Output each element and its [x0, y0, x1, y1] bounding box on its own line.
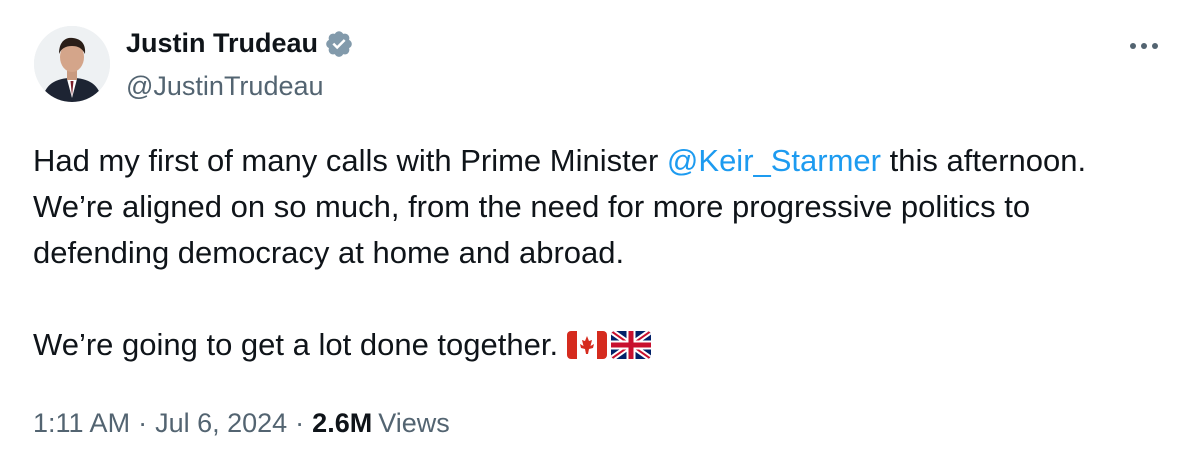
- views-count[interactable]: 2.6M: [312, 408, 372, 439]
- views-label: Views: [378, 408, 450, 438]
- tweet-date[interactable]: Jul 6, 2024: [155, 408, 287, 439]
- tweet-timestamp[interactable]: 1:11 AM: [33, 408, 130, 439]
- meta-separator: ·: [138, 408, 148, 438]
- avatar[interactable]: [34, 26, 110, 102]
- tweet-text: Had my first of many calls with Prime Mi…: [33, 138, 1173, 372]
- tweet-meta: 1:11 AM · Jul 6, 2024 · 2.6M Views: [33, 408, 450, 439]
- author-name[interactable]: Justin Trudeau: [126, 28, 318, 59]
- more-options-icon[interactable]: [1124, 34, 1164, 58]
- mention-link[interactable]: @Keir_Starmer: [667, 143, 881, 178]
- canada-flag-icon: [566, 326, 607, 372]
- uk-flag-icon: [610, 326, 651, 372]
- verified-badge-icon: [324, 29, 354, 59]
- author-handle[interactable]: @JustinTrudeau: [126, 71, 324, 102]
- tweet-text-part1: Had my first of many calls with Prime Mi…: [33, 143, 667, 178]
- meta-separator: ·: [295, 408, 305, 438]
